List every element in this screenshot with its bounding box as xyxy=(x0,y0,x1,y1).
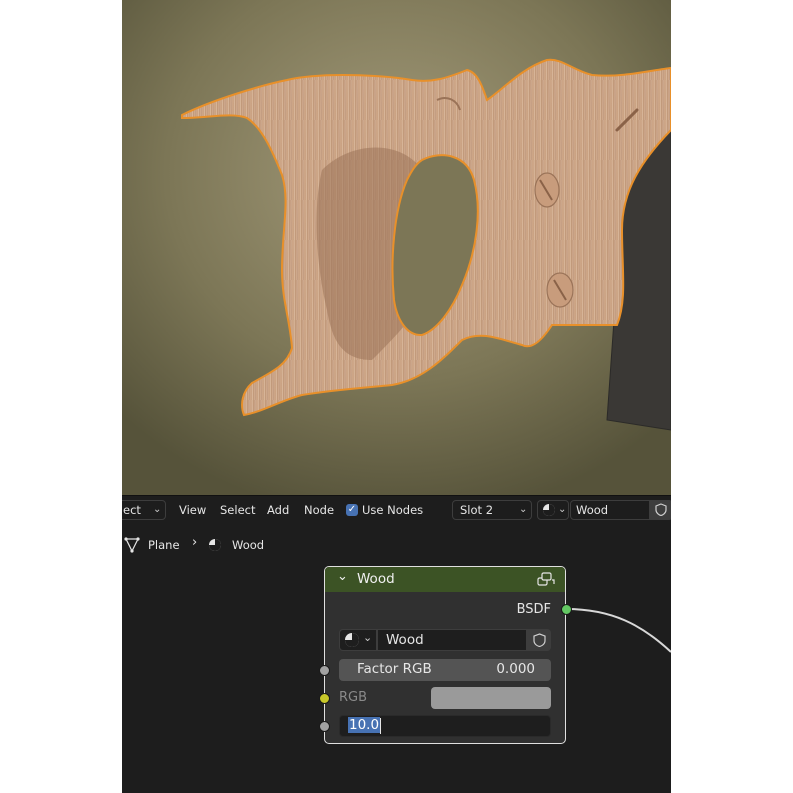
factor-input-socket[interactable] xyxy=(319,665,330,676)
chevron-down-icon: ⌄ xyxy=(153,504,162,515)
fake-user-button[interactable] xyxy=(649,500,671,520)
menu-add[interactable]: Add xyxy=(267,503,289,517)
use-nodes-label: Use Nodes xyxy=(362,503,424,517)
wood-node[interactable]: ⌄ Wood BSDF ⌄ Wood Factor RGB 0.000 RGB … xyxy=(324,566,566,744)
value-input[interactable]: 10.0 xyxy=(339,715,551,737)
node-group-icon[interactable] xyxy=(537,571,555,587)
node-title: Wood xyxy=(357,571,395,587)
slot-select-label: Slot 2 xyxy=(460,503,494,517)
material-sphere-icon xyxy=(543,504,555,516)
slot-select[interactable]: Slot 2 ⌄ xyxy=(452,500,532,520)
rgb-input-socket[interactable] xyxy=(319,693,330,704)
node-material-name: Wood xyxy=(386,632,424,648)
chevron-down-icon: ⌄ xyxy=(558,504,567,515)
material-name-label: Wood xyxy=(576,503,609,517)
menu-view[interactable]: View xyxy=(179,503,206,517)
material-sphere-icon xyxy=(345,633,359,647)
breadcrumb: Plane › Wood xyxy=(122,532,671,556)
node-header[interactable]: ⌄ Wood xyxy=(325,567,565,592)
use-nodes-checkbox[interactable]: ✓ xyxy=(346,504,358,516)
chevron-down-icon: ⌄ xyxy=(519,504,528,515)
breadcrumb-material: Wood xyxy=(232,538,265,552)
menu-select[interactable]: Select xyxy=(220,503,255,517)
node-material-browse[interactable]: ⌄ xyxy=(339,629,377,651)
menu-node[interactable]: Node xyxy=(304,503,334,517)
output-label-bsdf: BSDF xyxy=(516,602,551,617)
rgb-label: RGB xyxy=(339,690,368,705)
shield-icon xyxy=(655,503,667,516)
collapse-chevron-icon[interactable]: ⌄ xyxy=(337,569,348,584)
bsdf-output-socket[interactable] xyxy=(561,604,572,615)
mesh-object-icon xyxy=(124,537,140,553)
chevron-right-icon: › xyxy=(192,535,198,550)
material-sphere-icon xyxy=(209,539,221,551)
value-input-socket[interactable] xyxy=(319,721,330,732)
viewport-render xyxy=(122,0,671,495)
text-cursor xyxy=(380,718,381,734)
value-input-text: 10.0 xyxy=(348,717,381,733)
mode-select-label: ect xyxy=(123,503,141,517)
rgb-color-swatch[interactable] xyxy=(431,687,551,709)
shield-icon xyxy=(533,633,546,647)
mode-select[interactable]: ect ⌄ xyxy=(122,500,166,520)
factor-rgb-value: 0.000 xyxy=(496,661,535,677)
chevron-down-icon: ⌄ xyxy=(363,631,373,644)
blender-window: ect ⌄ View Select Add Node ✓ Use Nodes S… xyxy=(122,0,671,793)
node-material-name-field[interactable]: Wood xyxy=(377,629,527,651)
factor-rgb-slider[interactable]: Factor RGB 0.000 xyxy=(339,659,551,681)
factor-rgb-label: Factor RGB xyxy=(357,661,432,677)
material-browse-button[interactable]: ⌄ xyxy=(537,500,569,520)
node-fake-user-button[interactable] xyxy=(527,629,551,651)
node-editor-header: ect ⌄ View Select Add Node ✓ Use Nodes S… xyxy=(122,495,671,526)
3d-viewport[interactable] xyxy=(122,0,671,495)
breadcrumb-object: Plane xyxy=(148,538,180,552)
material-name-field[interactable]: Wood xyxy=(570,500,650,520)
